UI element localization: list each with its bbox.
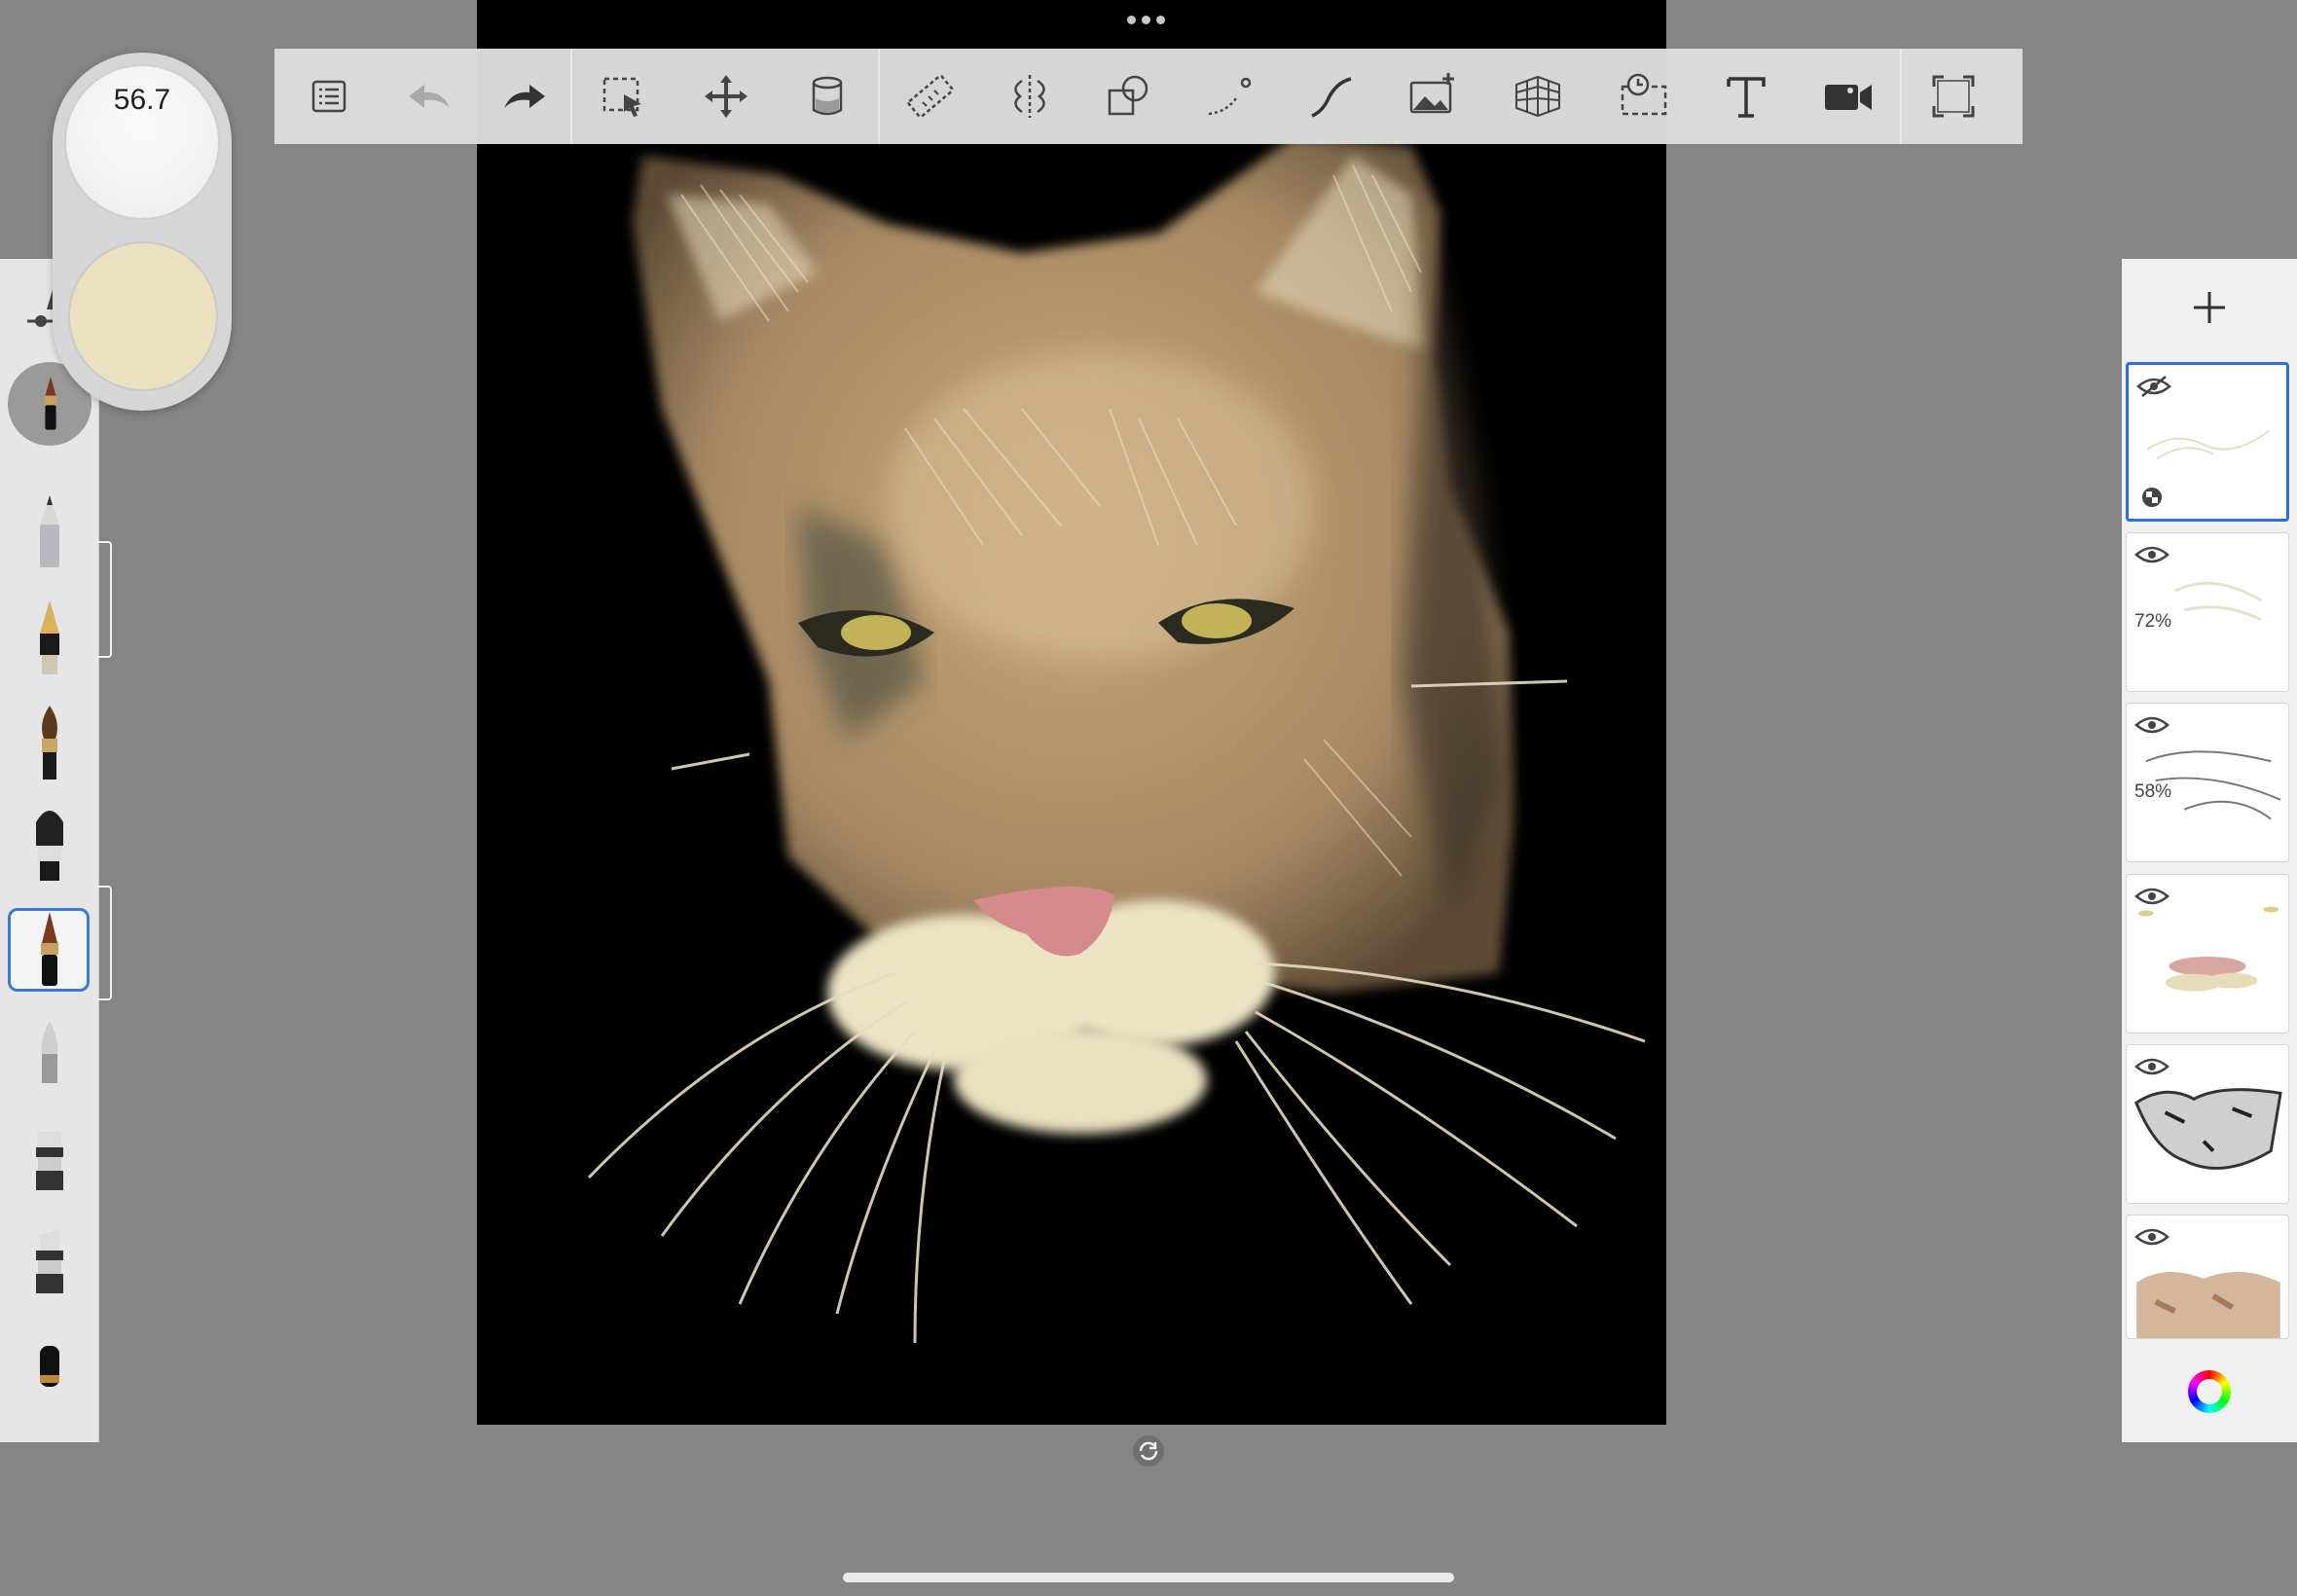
text-icon[interactable] [1695, 49, 1797, 144]
brush-fountain-pen[interactable] [8, 594, 91, 681]
layer-3[interactable]: 58% [2126, 703, 2289, 862]
brush-fine-paint-brush[interactable] [8, 905, 91, 993]
video-record-icon[interactable] [1797, 49, 1900, 144]
fill-bucket-icon[interactable] [777, 49, 878, 144]
add-image-icon[interactable] [1382, 49, 1483, 144]
shapes-icon[interactable] [1078, 49, 1180, 144]
brush-group-bracket [98, 541, 112, 658]
eraser-icon [40, 1346, 59, 1387]
symmetry-icon[interactable] [981, 49, 1078, 144]
add-layer-button[interactable] [2122, 259, 2297, 356]
layer-opacity: 72% [2134, 611, 2172, 632]
list-icon[interactable] [274, 49, 383, 144]
chisel-marker-icon [36, 1229, 63, 1293]
rotate-canvas-icon[interactable] [1132, 1434, 1165, 1468]
stroke-path-icon[interactable] [1180, 49, 1281, 144]
eye-icon [2134, 716, 2169, 734]
curve-icon[interactable] [1281, 49, 1382, 144]
fullscreen-icon[interactable] [1902, 49, 2005, 144]
brush-group-bracket [98, 886, 112, 1000]
selection-icon[interactable] [572, 49, 675, 144]
layer-2[interactable]: 72% [2126, 532, 2289, 692]
layer-4[interactable] [2126, 874, 2289, 1034]
brush-soft-tip[interactable] [8, 1012, 91, 1100]
brush-pencil[interactable] [8, 489, 91, 576]
eye-icon [2134, 1228, 2169, 1246]
marker-icon [36, 1132, 63, 1190]
soft-tip-icon [41, 1021, 58, 1083]
plus-icon [2194, 292, 2225, 323]
eye-icon [2134, 1058, 2169, 1075]
ruler-icon[interactable] [880, 49, 981, 144]
eye-icon [2134, 546, 2169, 563]
brush-airbrush[interactable] [8, 800, 91, 888]
top-toolbar [274, 49, 2023, 144]
fountain-pen-icon [40, 600, 59, 674]
fine-paint-brush-icon [41, 912, 58, 986]
pencil-icon [40, 495, 59, 567]
brush-color-swatch[interactable] [68, 241, 218, 391]
airbrush-icon [36, 811, 63, 881]
redo-icon[interactable] [477, 49, 570, 144]
paint-brush-icon [42, 706, 57, 780]
brush-eraser[interactable] [8, 1333, 91, 1421]
undo-icon[interactable] [383, 49, 477, 144]
brush-size-value: 56.7 [113, 84, 171, 116]
cougar-painting [587, 136, 1646, 1344]
layer-6[interactable] [2126, 1215, 2289, 1339]
eye-hidden-icon [2136, 376, 2171, 397]
time-lapse-icon[interactable] [1592, 49, 1695, 144]
transform-icon[interactable] [675, 49, 777, 144]
more-options-icon[interactable] [1127, 16, 1170, 29]
brush-marker[interactable] [8, 1119, 91, 1207]
perspective-grid-icon[interactable] [1483, 49, 1592, 144]
blend-mode-icon [2142, 488, 2162, 507]
brush-chisel-marker[interactable] [8, 1222, 91, 1310]
layer-5[interactable] [2126, 1044, 2289, 1204]
eye-icon [2134, 888, 2169, 905]
drawing-canvas[interactable] [477, 0, 1666, 1425]
layer-opacity: 58% [2134, 781, 2172, 802]
brush-paint-brush[interactable] [8, 699, 91, 786]
home-indicator[interactable] [843, 1573, 1454, 1582]
color-wheel-icon[interactable] [2188, 1370, 2231, 1413]
layer-1[interactable] [2126, 362, 2289, 522]
